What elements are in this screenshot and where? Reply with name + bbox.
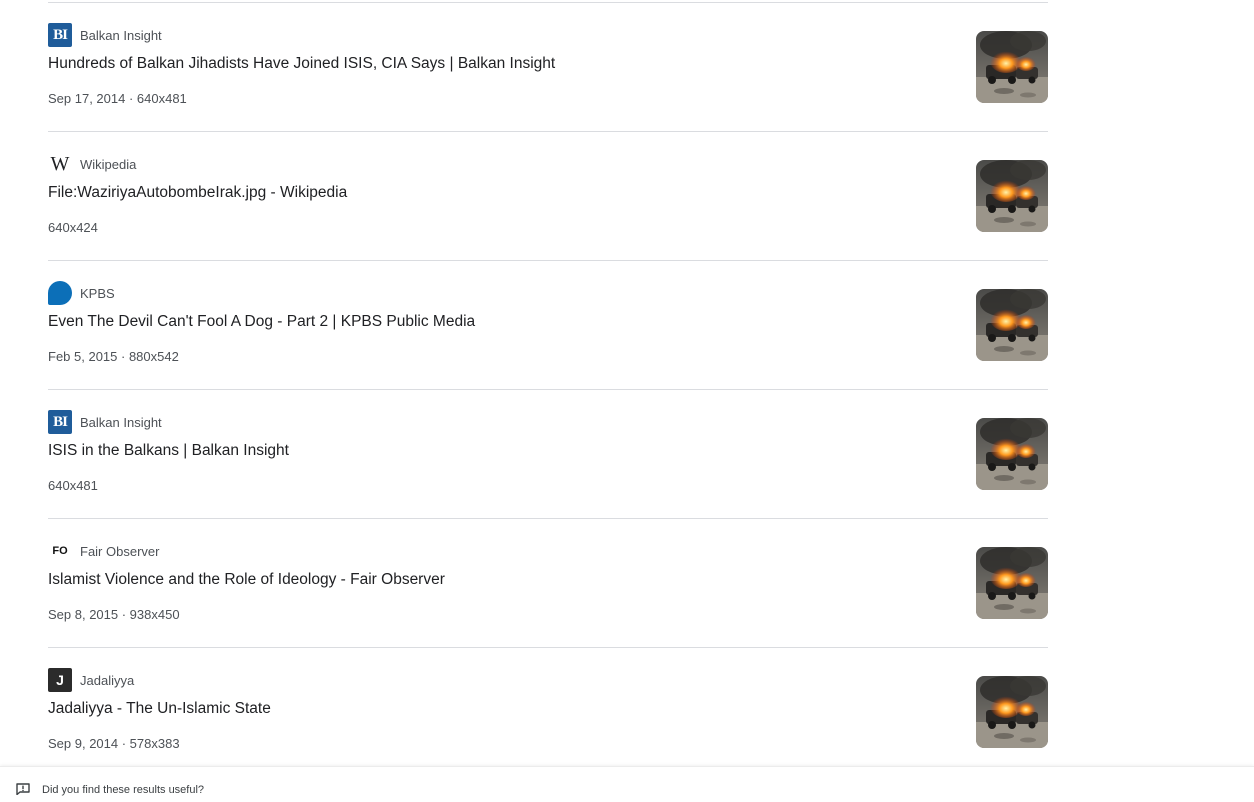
result-title-link[interactable]: File:WaziriyaAutobombeIrak.jpg - Wikiped…: [48, 184, 347, 202]
source-row: FO Fair Observer: [48, 539, 159, 563]
result-thumbnail[interactable]: [976, 418, 1048, 490]
result-item[interactable]: W Wikipedia File:WaziriyaAutobombeIrak.j…: [48, 132, 1048, 261]
result-meta: Sep 8, 2015 · 938x450: [48, 607, 180, 622]
result-meta: Feb 5, 2015 · 880x542: [48, 349, 179, 364]
source-name[interactable]: KPBS: [80, 286, 115, 301]
source-name[interactable]: Jadaliyya: [80, 673, 134, 688]
burning-vehicle-image: [976, 418, 1048, 490]
result-thumbnail[interactable]: [976, 676, 1048, 748]
result-title-link[interactable]: Hundreds of Balkan Jihadists Have Joined…: [48, 55, 555, 73]
results-list: BI Balkan Insight Hundreds of Balkan Jih…: [48, 3, 1048, 776]
result-thumbnail[interactable]: [976, 160, 1048, 232]
burning-vehicle-image: [976, 289, 1048, 361]
result-thumbnail[interactable]: [976, 289, 1048, 361]
result-item[interactable]: BI Balkan Insight ISIS in the Balkans | …: [48, 390, 1048, 519]
feedback-icon: [16, 783, 30, 795]
source-name[interactable]: Wikipedia: [80, 157, 136, 172]
burning-vehicle-image: [976, 547, 1048, 619]
result-meta: Sep 17, 2014 · 640x481: [48, 91, 187, 106]
result-item[interactable]: FO Fair Observer Islamist Violence and t…: [48, 519, 1048, 648]
result-title-link[interactable]: Even The Devil Can't Fool A Dog - Part 2…: [48, 313, 475, 331]
fair-observer-favicon-icon: FO: [52, 545, 68, 557]
source-row: J Jadaliyya: [48, 668, 134, 692]
jadaliyya-favicon-icon: J: [48, 668, 72, 692]
feedback-text[interactable]: Did you find these results useful?: [42, 784, 204, 796]
result-title-link[interactable]: Islamist Violence and the Role of Ideolo…: [48, 571, 445, 589]
burning-vehicle-image: [976, 676, 1048, 748]
source-row: KPBS: [48, 281, 115, 305]
source-name[interactable]: Balkan Insight: [80, 28, 162, 43]
burning-vehicle-image: [976, 31, 1048, 103]
source-name[interactable]: Fair Observer: [80, 544, 159, 559]
result-title-link[interactable]: ISIS in the Balkans | Balkan Insight: [48, 442, 289, 460]
source-row: BI Balkan Insight: [48, 23, 162, 47]
result-meta: 640x424: [48, 220, 98, 235]
result-thumbnail[interactable]: [976, 31, 1048, 103]
result-title-link[interactable]: Jadaliyya - The Un-Islamic State: [48, 700, 271, 718]
wikipedia-favicon-icon: W: [50, 152, 70, 175]
balkan-insight-favicon-icon: BI: [48, 410, 72, 434]
feedback-bar[interactable]: Did you find these results useful?: [0, 766, 1254, 802]
burning-vehicle-image: [976, 160, 1048, 232]
result-thumbnail[interactable]: [976, 547, 1048, 619]
result-meta: Sep 9, 2014 · 578x383: [48, 736, 180, 751]
result-item[interactable]: BI Balkan Insight Hundreds of Balkan Jih…: [48, 3, 1048, 132]
balkan-insight-favicon-icon: BI: [48, 23, 72, 47]
source-row: W Wikipedia: [48, 152, 137, 176]
result-meta: 640x481: [48, 478, 98, 493]
source-row: BI Balkan Insight: [48, 410, 162, 434]
result-item[interactable]: J Jadaliyya Jadaliyya - The Un-Islamic S…: [48, 648, 1048, 776]
source-name[interactable]: Balkan Insight: [80, 415, 162, 430]
kpbs-favicon-icon: [48, 281, 72, 305]
result-item[interactable]: KPBS Even The Devil Can't Fool A Dog - P…: [48, 261, 1048, 390]
